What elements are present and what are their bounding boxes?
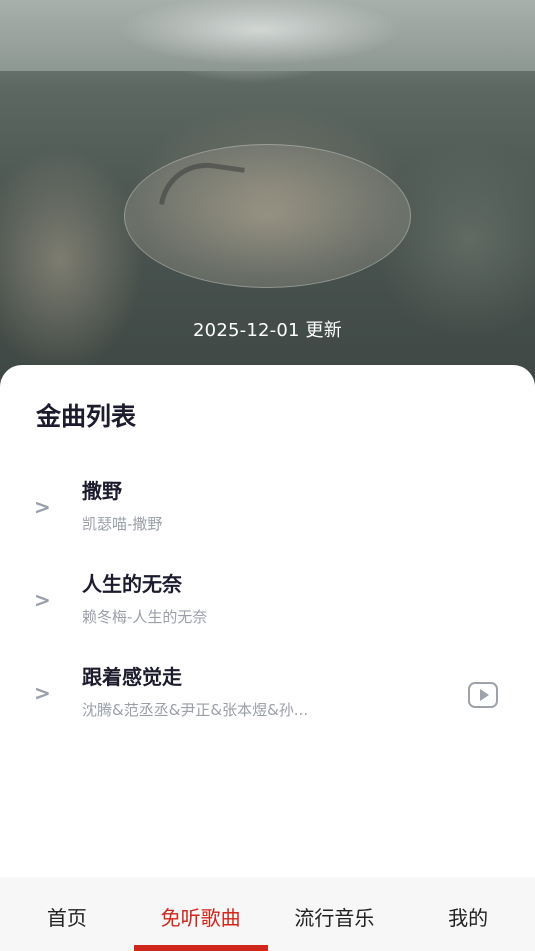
nav-tab-label: 我的 (448, 906, 489, 930)
nav-tab-free-songs[interactable]: 免听歌曲 (133, 877, 268, 951)
bottom-navigation: 首页 免听歌曲 流行音乐 我的 (0, 877, 535, 951)
hero-banner: 2025-12-01 更新 (0, 0, 535, 395)
hero-top-image (0, 0, 535, 71)
nav-tab-mine[interactable]: 我的 (401, 877, 535, 951)
song-title: 撒野 (82, 479, 122, 503)
song-item[interactable]: > 跟着感觉走 沈腾&范丞丞&尹正&张本煜&孙... (0, 651, 535, 731)
vinyl-record-image (124, 144, 411, 288)
app-screen: 2025-12-01 更新 金曲列表 > 撒野 凯瑟喵-撒野 > 人生的无奈 赖… (0, 0, 535, 951)
nav-tab-label: 首页 (46, 906, 87, 930)
song-item[interactable]: > 人生的无奈 赖冬梅-人生的无奈 (0, 558, 535, 638)
chevron-right-icon: > (34, 495, 51, 519)
chevron-right-icon: > (34, 681, 51, 705)
nav-tab-home[interactable]: 首页 (0, 877, 134, 951)
update-date-label: 2025-12-01 更新 (193, 320, 342, 341)
song-artist: 赖冬梅-人生的无奈 (82, 608, 208, 626)
active-tab-indicator (133, 945, 268, 951)
play-video-icon[interactable] (468, 682, 498, 708)
section-title: 金曲列表 (36, 402, 137, 431)
song-item[interactable]: > 撒野 凯瑟喵-撒野 (0, 465, 535, 545)
song-title: 跟着感觉走 (82, 665, 182, 689)
song-artist: 沈腾&范丞丞&尹正&张本煜&孙... (82, 701, 309, 719)
chevron-right-icon: > (34, 588, 51, 612)
song-artist: 凯瑟喵-撒野 (82, 515, 163, 533)
nav-tab-label: 免听歌曲 (160, 906, 241, 930)
nav-tab-popular-music[interactable]: 流行音乐 (268, 877, 402, 951)
song-title: 人生的无奈 (82, 572, 182, 596)
nav-tab-label: 流行音乐 (294, 906, 375, 930)
song-list-card: 金曲列表 > 撒野 凯瑟喵-撒野 > 人生的无奈 赖冬梅-人生的无奈 > 跟着感… (0, 365, 535, 877)
